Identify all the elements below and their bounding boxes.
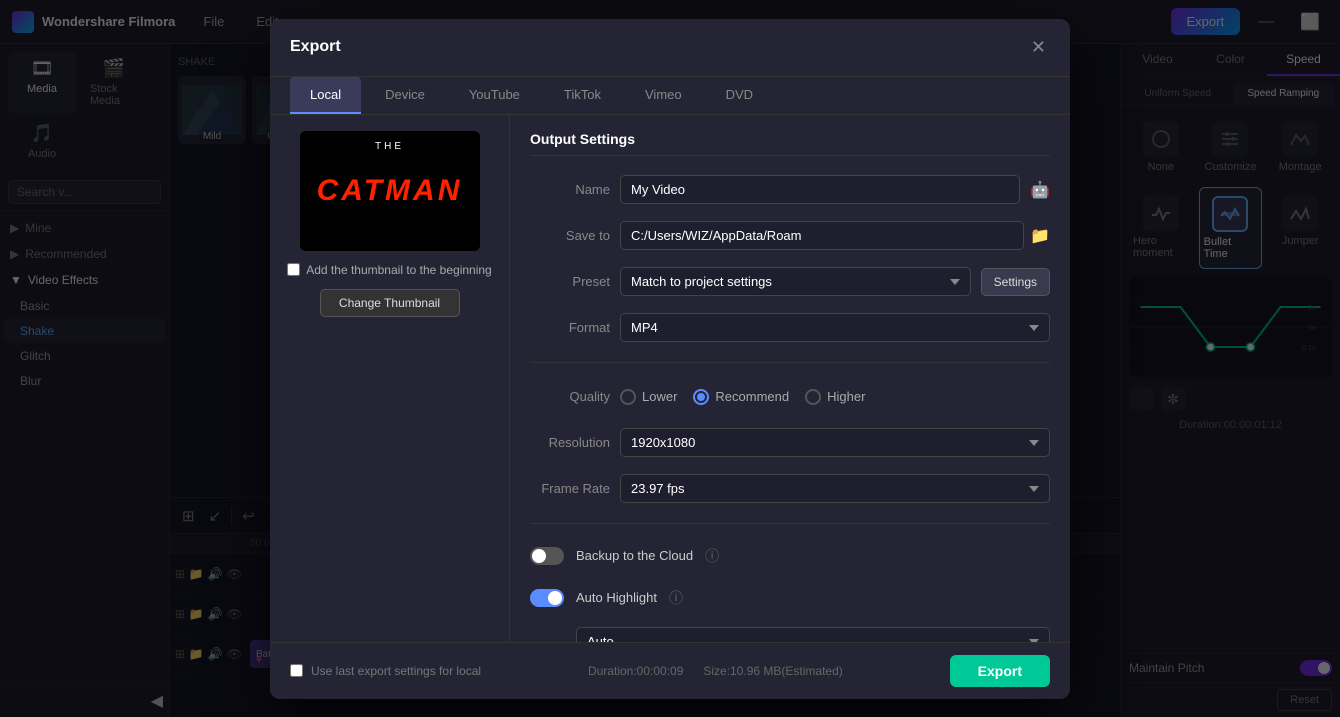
backup-cloud-info-icon[interactable]: ⓘ	[705, 546, 719, 566]
settings-row-frame-rate: Frame Rate 23.97 fps	[530, 473, 1050, 505]
save-to-input[interactable]	[620, 221, 1024, 250]
add-thumbnail-row: Add the thumbnail to the beginning	[287, 263, 491, 277]
ai-icon[interactable]: 🤖	[1030, 180, 1050, 200]
quality-label: Quality	[530, 389, 610, 404]
modal-tab-vimeo[interactable]: Vimeo	[625, 77, 702, 114]
modal-tab-youtube[interactable]: YouTube	[449, 77, 540, 114]
auto-highlight-toggle[interactable]	[530, 589, 564, 607]
use-last-settings-checkbox[interactable]	[290, 664, 303, 677]
add-thumbnail-label: Add the thumbnail to the beginning	[306, 263, 491, 277]
settings-button[interactable]: Settings	[981, 268, 1050, 296]
modal-tabs: Local Device YouTube TikTok Vimeo DVD	[270, 77, 1070, 115]
quality-options: Lower Recommend Higher	[620, 389, 865, 405]
resolution-label: Resolution	[530, 435, 610, 450]
quality-recommend-radio	[693, 389, 709, 405]
modal-close-button[interactable]: ✕	[1027, 33, 1050, 62]
backup-cloud-toggle[interactable]	[530, 547, 564, 565]
quality-lower-radio	[620, 389, 636, 405]
modal-thumbnail-section: THE CATMAN Add the thumbnail to the begi…	[270, 115, 510, 642]
auto-highlight-select-row: Auto	[530, 626, 1050, 642]
save-to-label: Save to	[530, 228, 610, 243]
quality-higher[interactable]: Higher	[805, 389, 865, 405]
settings-row-preset: Preset Match to project settings Setting…	[530, 266, 1050, 298]
modal-body: THE CATMAN Add the thumbnail to the begi…	[270, 115, 1070, 642]
modal-header: Export ✕	[270, 19, 1070, 77]
modal-tab-device[interactable]: Device	[365, 77, 445, 114]
resolution-select[interactable]: 1920x1080	[620, 428, 1050, 457]
folder-browse-icon[interactable]: 📁	[1030, 226, 1050, 246]
the-text: THE	[375, 141, 404, 152]
auto-highlight-label: Auto Highlight	[576, 590, 657, 605]
footer-left: Use last export settings for local	[290, 664, 481, 678]
section-divider-2	[530, 523, 1050, 524]
modal-tab-tiktok[interactable]: TikTok	[544, 77, 621, 114]
format-label: Format	[530, 320, 610, 335]
settings-row-save-to: Save to 📁	[530, 220, 1050, 252]
frame-rate-select[interactable]: 23.97 fps	[620, 474, 1050, 503]
export-modal: Export ✕ Local Device YouTube TikTok Vim…	[270, 19, 1070, 699]
backup-cloud-label: Backup to the Cloud	[576, 548, 693, 563]
section-divider-1	[530, 362, 1050, 363]
modal-title: Export	[290, 38, 341, 56]
footer-export-button[interactable]: Export	[950, 655, 1050, 687]
modal-footer: Use last export settings for local Durat…	[270, 642, 1070, 699]
quality-lower[interactable]: Lower	[620, 389, 677, 405]
quality-recommend-label: Recommend	[715, 389, 789, 404]
auto-highlight-select[interactable]: Auto	[576, 627, 1050, 642]
modal-output-settings: Output Settings Name 🤖 Save to 📁	[510, 115, 1070, 642]
catman-text: CATMAN	[317, 174, 463, 207]
settings-row-quality: Quality Lower Recommend	[530, 381, 1050, 413]
quality-recommend[interactable]: Recommend	[693, 389, 789, 405]
settings-row-resolution: Resolution 1920x1080	[530, 427, 1050, 459]
quality-recommend-dot	[697, 393, 705, 401]
format-select[interactable]: MP4	[620, 313, 1050, 342]
footer-size: Size:10.96 MB(Estimated)	[703, 664, 842, 678]
modal-tab-local[interactable]: Local	[290, 77, 361, 114]
quality-higher-label: Higher	[827, 389, 865, 404]
path-input-wrap: 📁	[620, 221, 1050, 250]
modal-tab-dvd[interactable]: DVD	[706, 77, 773, 114]
frame-rate-label: Frame Rate	[530, 481, 610, 496]
name-label: Name	[530, 182, 610, 197]
name-input[interactable]	[620, 175, 1020, 204]
auto-highlight-row: Auto Highlight ⓘ	[530, 584, 1050, 612]
quality-higher-radio	[805, 389, 821, 405]
footer-duration: Duration:00:00:09	[588, 664, 683, 678]
thumbnail-preview: THE CATMAN	[300, 131, 480, 251]
preset-select[interactable]: Match to project settings	[620, 267, 971, 296]
footer-info: Duration:00:00:09 Size:10.96 MB(Estimate…	[588, 664, 843, 678]
auto-highlight-info-icon[interactable]: ⓘ	[669, 588, 683, 608]
add-thumbnail-checkbox[interactable]	[287, 263, 300, 276]
settings-row-format: Format MP4	[530, 312, 1050, 344]
use-last-settings-label: Use last export settings for local	[311, 664, 481, 678]
output-settings-title: Output Settings	[530, 131, 1050, 156]
preset-label: Preset	[530, 274, 610, 289]
quality-lower-label: Lower	[642, 389, 677, 404]
modal-overlay: Export ✕ Local Device YouTube TikTok Vim…	[0, 0, 1340, 717]
change-thumbnail-button[interactable]: Change Thumbnail	[320, 289, 460, 317]
settings-row-name: Name 🤖	[530, 174, 1050, 206]
backup-cloud-row: Backup to the Cloud ⓘ	[530, 542, 1050, 570]
